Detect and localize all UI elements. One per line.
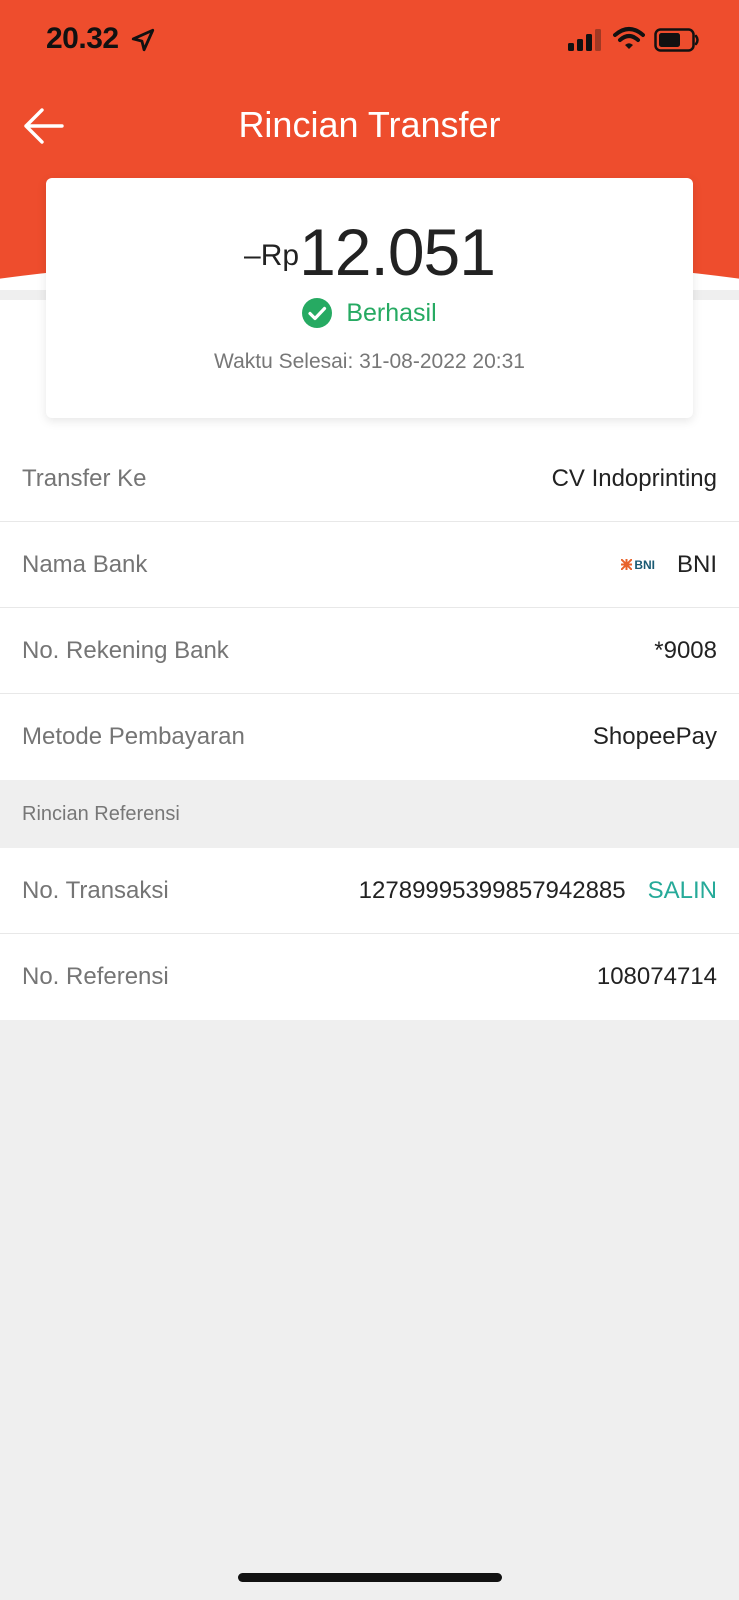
detail-value-wrapper: 12789995399857942885 SALIN bbox=[359, 877, 717, 905]
bni-logo-mark-icon bbox=[621, 559, 633, 570]
location-arrow-icon bbox=[131, 28, 155, 52]
status-bar-time: 20.32 bbox=[46, 22, 119, 55]
bni-logo: BNI bbox=[621, 558, 655, 572]
detail-row-bank-name: Nama Bank BNI BNI bbox=[0, 522, 739, 608]
detail-row-account-number: No. Rekening Bank *9008 bbox=[0, 608, 739, 694]
page-title: Rincian Transfer bbox=[238, 104, 501, 145]
detail-row-transfer-to: Transfer Ke CV Indoprinting bbox=[0, 436, 739, 522]
amount-prefix: –Rp bbox=[244, 239, 300, 272]
copy-button[interactable]: SALIN bbox=[648, 877, 717, 905]
detail-row-payment-method: Metode Pembayaran ShopeePay bbox=[0, 694, 739, 780]
detail-label: Metode Pembayaran bbox=[22, 723, 245, 750]
detail-row-reference-number: No. Referensi 108074714 bbox=[0, 934, 739, 1020]
detail-value: CV Indoprinting bbox=[551, 464, 717, 492]
transfer-detail-screen: 20.32 Rincian Transfer –Rp12.051 Berhasi… bbox=[0, 0, 739, 1600]
completed-time: Waktu Selesai: 31-08-2022 20:31 bbox=[214, 350, 525, 373]
detail-label: No. Referensi bbox=[22, 963, 169, 990]
amount-value: 12.051 bbox=[299, 215, 496, 289]
detail-value: BNI bbox=[676, 550, 717, 578]
reference-section-header: Rincian Referensi bbox=[0, 780, 739, 848]
detail-label: Nama Bank bbox=[22, 550, 148, 578]
transfer-status: Berhasil bbox=[46, 298, 693, 328]
detail-label: No. Transaksi bbox=[22, 876, 169, 904]
detail-value: 108074714 bbox=[596, 963, 717, 990]
success-check-icon bbox=[302, 298, 333, 328]
detail-row-transaction-number: No. Transaksi 12789995399857942885 SALIN bbox=[0, 848, 739, 934]
wifi-icon bbox=[613, 27, 645, 49]
detail-label: No. Rekening Bank bbox=[22, 636, 229, 664]
detail-value: *9008 bbox=[654, 636, 717, 664]
bni-logo-text: BNI bbox=[634, 557, 655, 572]
battery-icon bbox=[654, 28, 699, 52]
status-label: Berhasil bbox=[346, 298, 437, 327]
cellular-signal-icon bbox=[568, 29, 601, 51]
transaction-number: 12789995399857942885 bbox=[358, 876, 626, 904]
transfer-summary-card: –Rp12.051 Berhasil Waktu Selesai: 31-08-… bbox=[46, 178, 693, 418]
detail-value: ShopeePay bbox=[592, 723, 717, 750]
detail-value-wrapper: BNI BNI bbox=[621, 551, 717, 579]
transfer-amount: –Rp12.051 bbox=[46, 214, 693, 290]
detail-label: Transfer Ke bbox=[22, 464, 147, 492]
home-indicator bbox=[238, 1573, 502, 1582]
transfer-details-list: Transfer Ke CV Indoprinting Nama Bank BN… bbox=[0, 436, 739, 1020]
